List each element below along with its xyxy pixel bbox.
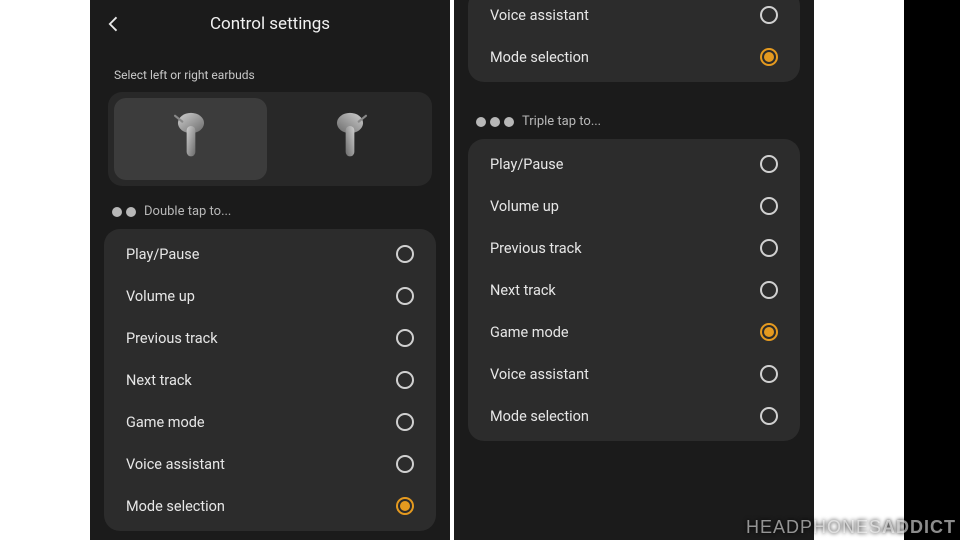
double-tap-options-card-tail: Voice assistant Mode selection: [468, 0, 800, 82]
triple-dots-icon: [476, 117, 514, 127]
radio-icon: [396, 329, 414, 347]
double-tap-options-card: Play/Pause Volume up Previous track Next…: [104, 229, 436, 531]
radio-icon: [396, 455, 414, 473]
option-game-mode[interactable]: Game mode: [104, 401, 436, 443]
right-earbud-option[interactable]: [273, 98, 426, 180]
radio-icon: [760, 197, 778, 215]
option-mode-selection[interactable]: Mode selection: [468, 36, 800, 78]
earbud-right-icon: [327, 110, 373, 168]
double-tap-label-text: Double tap to...: [144, 204, 231, 219]
option-mode-selection[interactable]: Mode selection: [468, 395, 800, 437]
triple-tap-options-card: Play/Pause Volume up Previous track Next…: [468, 139, 800, 441]
option-voice-assistant[interactable]: Voice assistant: [104, 443, 436, 485]
option-previous-track[interactable]: Previous track: [104, 317, 436, 359]
option-play-pause[interactable]: Play/Pause: [468, 143, 800, 185]
earbud-select-label: Select left or right earbuds: [90, 48, 450, 92]
option-mode-selection[interactable]: Mode selection: [104, 485, 436, 527]
option-next-track[interactable]: Next track: [468, 269, 800, 311]
radio-icon: [396, 245, 414, 263]
radio-icon: [396, 413, 414, 431]
triple-tap-label-text: Triple tap to...: [522, 114, 601, 129]
screenshot-right-panel: Voice assistant Mode selection Triple ta…: [454, 0, 814, 540]
chevron-left-icon: [104, 14, 124, 34]
left-earbud-option[interactable]: [114, 98, 267, 180]
option-volume-up[interactable]: Volume up: [468, 185, 800, 227]
double-tap-section-label: Double tap to...: [90, 200, 450, 229]
double-dots-icon: [112, 207, 136, 217]
screenshot-left-panel: Control settings Select left or right ea…: [90, 0, 450, 540]
radio-icon: [760, 281, 778, 299]
radio-icon: [760, 48, 778, 66]
radio-icon: [760, 323, 778, 341]
earbud-left-icon: [168, 110, 214, 168]
back-button[interactable]: [102, 12, 126, 36]
watermark: HEADPHONESADDICT: [746, 517, 956, 538]
radio-icon: [396, 287, 414, 305]
radio-icon: [396, 497, 414, 515]
option-previous-track[interactable]: Previous track: [468, 227, 800, 269]
earbud-selector: [108, 92, 432, 186]
triple-tap-section-label: Triple tap to...: [454, 96, 814, 139]
page-title: Control settings: [210, 14, 330, 34]
option-game-mode[interactable]: Game mode: [468, 311, 800, 353]
radio-icon: [760, 365, 778, 383]
radio-icon: [760, 239, 778, 257]
option-play-pause[interactable]: Play/Pause: [104, 233, 436, 275]
header: Control settings: [90, 0, 450, 48]
radio-icon: [760, 407, 778, 425]
radio-icon: [760, 6, 778, 24]
option-voice-assistant[interactable]: Voice assistant: [468, 353, 800, 395]
radio-icon: [760, 155, 778, 173]
option-next-track[interactable]: Next track: [104, 359, 436, 401]
radio-icon: [396, 371, 414, 389]
option-voice-assistant[interactable]: Voice assistant: [468, 0, 800, 36]
option-volume-up[interactable]: Volume up: [104, 275, 436, 317]
